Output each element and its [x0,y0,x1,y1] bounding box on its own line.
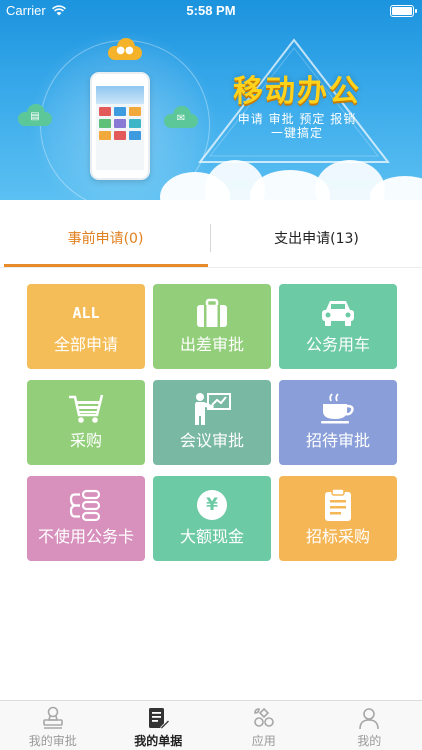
presentation-icon [153,392,271,426]
car-icon [279,296,397,330]
tile-meeting-approval[interactable]: 会议审批 [153,380,271,465]
tile-label: 招待审批 [305,431,370,450]
tab-expense-application[interactable]: 支出申请(13) [211,212,422,264]
user-icon [359,708,380,730]
tile-all-applications[interactable]: ALL 全部申请 [27,284,145,369]
flow-icon [27,488,145,522]
tile-label: 招标采购 [305,527,370,546]
tile-label: 不使用公务卡 [37,527,134,546]
nav-label: 应用 [251,734,276,748]
tab-bar: 事前申请(0) 支出申请(13) [0,212,422,268]
tile-official-car[interactable]: 公务用车 [279,284,397,369]
tile-hospitality-approval[interactable]: 招待审批 [279,380,397,465]
status-bar: Carrier 5:58 PM [0,0,422,22]
tile-no-official-card[interactable]: 不使用公务卡 [27,476,145,561]
stamp-icon [42,706,63,729]
nav-label: 我的单据 [134,734,183,748]
tab-active-indicator [4,264,208,267]
status-time: 5:58 PM [186,3,236,18]
banner-title: 移动办公 [233,74,361,109]
banner-subtitle-2: 一键搞定 [270,126,323,140]
shopping-cart-icon [27,392,145,426]
nav-me[interactable]: 我的 [317,701,422,750]
briefcase-icon [153,296,271,330]
yuan-coin-icon: ¥ [153,488,271,522]
bottom-nav: 我的审批 我的单据 应用 我的 [0,700,422,750]
tile-label: 采购 [69,431,102,450]
chat-cloud-icon: ▤ [18,104,52,126]
document-edit-icon [149,708,171,730]
banner[interactable]: Carrier 5:58 PM ●● ▤ ✉ 移动办公 申请 审批 预定 报销 … [0,0,422,200]
clipboard-icon [279,488,397,522]
coffee-cup-icon [279,392,397,426]
all-icon: ALL [72,304,100,322]
mail-cloud-icon: ✉ [164,106,198,128]
tab-pre-application[interactable]: 事前申请(0) [0,212,211,264]
nav-my-approvals[interactable]: 我的审批 [0,701,106,750]
tile-label: 出差审批 [179,335,244,354]
apps-icon [253,707,274,727]
battery-icon [390,5,417,17]
nav-label: 我的审批 [28,734,77,748]
tile-business-trip[interactable]: 出差审批 [153,284,271,369]
tile-label: 公务用车 [305,335,370,354]
tile-tender-purchase[interactable]: 招标采购 [279,476,397,561]
tile-large-cash[interactable]: ¥ 大额现金 [153,476,271,561]
team-cloud-icon: ●● [108,38,142,60]
nav-apps[interactable]: 应用 [211,701,317,750]
nav-my-documents[interactable]: 我的单据 [106,701,212,750]
tile-label: 会议审批 [179,431,244,450]
tile-label: 大额现金 [179,527,244,546]
tile-purchase[interactable]: 采购 [27,380,145,465]
phone-illustration [90,72,150,180]
tile-label: 全部申请 [53,335,118,354]
nav-label: 我的 [357,734,382,748]
